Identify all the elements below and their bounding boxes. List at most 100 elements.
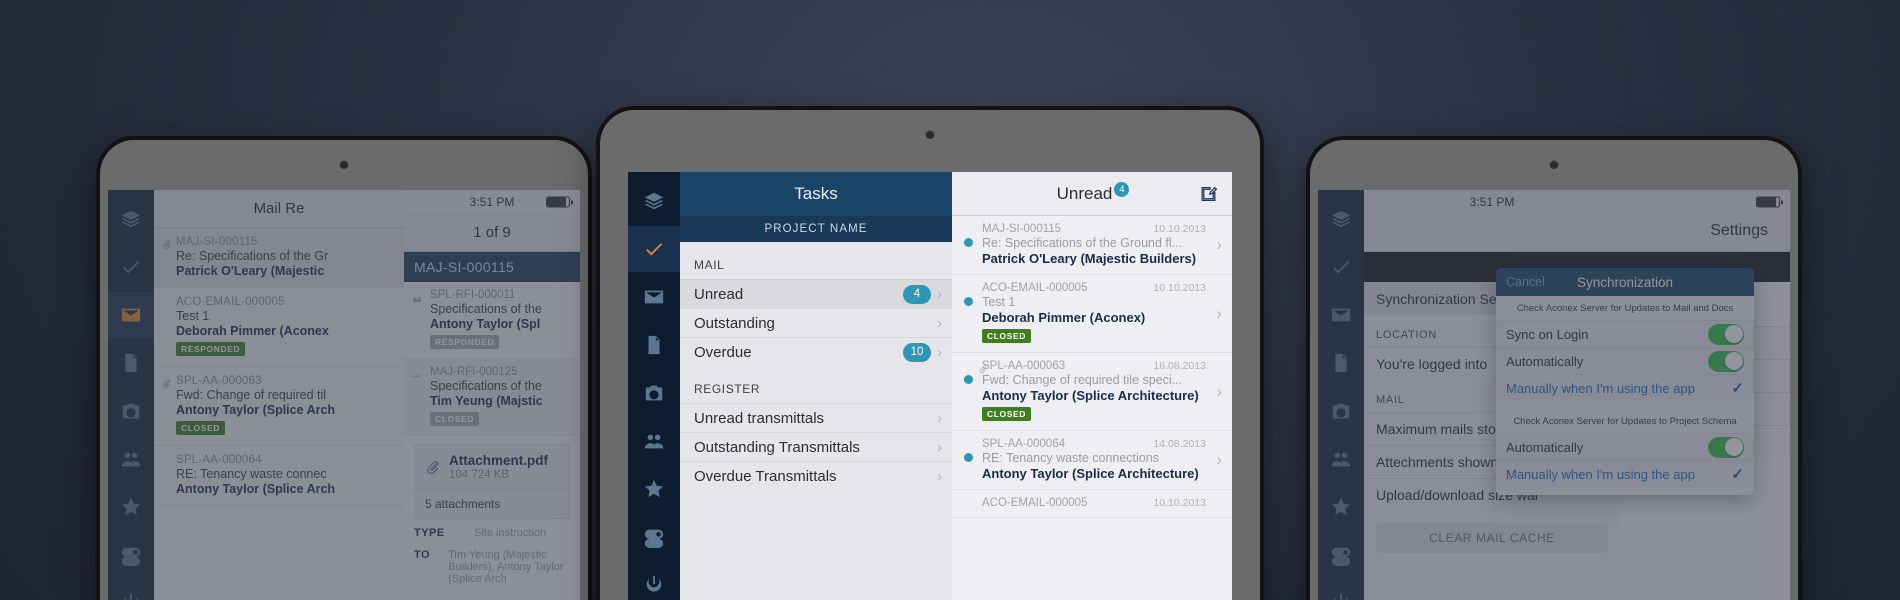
paperclip-icon <box>161 237 172 250</box>
section-header: MAIL <box>694 258 725 272</box>
chevron-right-icon: › <box>937 343 942 361</box>
rail-item-settings-toggle[interactable] <box>1318 532 1364 578</box>
rail-item-favorites[interactable] <box>628 466 680 512</box>
popover-group-1[interactable]: Sync on Login Automatically Manually when … <box>1496 320 1754 401</box>
table-row[interactable]: SPL-AA-000064 RE: Tenancy waste connec Ant… <box>154 446 404 506</box>
mail-sender: Deborah Pimmer (Aconex) <box>982 310 1146 325</box>
unread-mail-list[interactable]: 10.10.2013 MAJ-SI-000115 Re: Specification… <box>952 216 1232 518</box>
rail-item-tasks[interactable] <box>1318 244 1364 290</box>
attachment-card[interactable]: Attachment.pdf 104.724 KB 5 attachments <box>414 444 570 519</box>
rail-item-people[interactable] <box>628 418 680 464</box>
statusbar-time: 3:51 PM <box>1469 195 1515 209</box>
toggle-switch[interactable] <box>1708 350 1744 372</box>
popover-row[interactable]: Sync on Login <box>1496 320 1754 347</box>
rail-item-documents[interactable] <box>1318 340 1364 386</box>
tasks-section-list[interactable]: MAIL Unread 4 › Outstanding › Overdue 10 › REGIST… <box>680 242 952 490</box>
front-camera-icon <box>339 160 349 169</box>
table-row[interactable]: MAJ-SI-000115 Re: Specifications of the G… <box>154 228 404 288</box>
table-row[interactable]: 14.08.2013 SPL-AA-000064 RE: Tenancy waste… <box>952 431 1232 490</box>
rail-item-camera[interactable] <box>108 388 154 434</box>
mail-sender: Tim Yeung (Majstic <box>430 394 543 408</box>
rail-item-favorites[interactable] <box>1318 484 1364 530</box>
table-row[interactable]: SPL-AA-000063 Fwd: Change of required til… <box>154 367 404 446</box>
popover-row[interactable]: Manually when I'm using the app ✓ <box>1496 374 1754 401</box>
left-sidebar-rail[interactable] <box>108 190 154 600</box>
right-sidebar-rail[interactable] <box>1318 190 1364 600</box>
chevron-right-icon: › <box>937 467 942 485</box>
rail-item-power[interactable] <box>108 580 154 600</box>
list-item[interactable]: Overdue Transmittals › <box>680 461 952 490</box>
mail-sender: Deborah Pimmer (Aconex <box>176 324 329 338</box>
unread-dot <box>964 238 973 247</box>
popover-row[interactable]: Automatically <box>1496 433 1754 460</box>
count-badge: 4 <box>903 284 931 304</box>
table-row[interactable]: 10.10.2013 ACO-EMAIL-000005 Test 1 Deborah … <box>952 275 1232 353</box>
rail-item-settings-toggle[interactable] <box>628 514 680 560</box>
mail-sender: Patrick O'Leary (Majestic Builders) <box>982 251 1197 266</box>
rail-item-power[interactable] <box>628 562 680 600</box>
mail-sender: Patrick O'Leary (Majestic <box>176 264 325 278</box>
count-badge: 10 <box>903 342 931 362</box>
list-item[interactable]: SPL-RFI-000011 Specifications of the Anton… <box>404 282 580 359</box>
left-tablet: Mail Re MAJ-SI-000115 Re: Specifications … <box>100 140 588 600</box>
rail-item-layers[interactable] <box>628 178 680 224</box>
rail-item-mail[interactable] <box>628 274 680 320</box>
mail-code: SPL-AA-000063 <box>176 375 262 387</box>
popover-row[interactable]: Manually when I'm using the app ✓ <box>1496 460 1754 487</box>
rail-item-camera[interactable] <box>628 370 680 416</box>
toggle-switch[interactable] <box>1708 436 1744 458</box>
list-item[interactable]: Overdue 10 › <box>680 337 952 366</box>
synchronization-popover[interactable]: Cancel Synchronization Check Aconex Serv… <box>1496 268 1754 495</box>
chevron-right-icon: › <box>937 409 942 427</box>
table-row[interactable]: 10.10.2013 MAJ-SI-000115 Re: Specification… <box>952 216 1232 275</box>
popover-row-label: Manually when I'm using the app <box>1506 466 1695 482</box>
rail-item-power[interactable] <box>1318 580 1364 600</box>
left-mail-list[interactable]: MAJ-SI-000115 Re: Specifications of the G… <box>154 228 404 506</box>
rail-item-mail[interactable] <box>1318 292 1364 338</box>
left-detail-thread[interactable]: SPL-RFI-000011 Specifications of the Anton… <box>404 282 580 436</box>
rail-item-camera[interactable] <box>1318 388 1364 434</box>
popover-row[interactable]: Automatically <box>1496 347 1754 374</box>
table-row[interactable]: ACO-EMAIL-000005 Test 1 Deborah Pimmer (Ac… <box>154 288 404 367</box>
battery-icon <box>546 196 573 208</box>
rail-item-settings-toggle[interactable] <box>108 532 154 578</box>
list-item[interactable]: → MAJ-RFI-000125 Specifications of the Tim … <box>404 359 580 436</box>
attachment-count: 5 attachments <box>415 489 569 518</box>
left-tablet-screen: Mail Re MAJ-SI-000115 Re: Specifications … <box>108 190 580 600</box>
rail-item-favorites[interactable] <box>108 484 154 530</box>
list-item-label: Outstanding Transmittals <box>694 438 860 456</box>
table-row[interactable]: 10.10.2013 ACO-EMAIL-000005 <box>952 490 1232 518</box>
toggle-switch[interactable] <box>1708 323 1744 345</box>
unread-title: Unread 4 <box>1057 181 1130 204</box>
list-item[interactable]: Outstanding › <box>680 308 952 337</box>
check-icon: ✓ <box>1731 465 1744 483</box>
rail-item-people[interactable] <box>1318 436 1364 482</box>
table-row[interactable]: 16.08.2013 SPL-AA-000063 Fwd: Change of re… <box>952 353 1232 431</box>
toggle-knob <box>1724 325 1743 343</box>
field-row: TYPE Site instruction <box>404 519 580 541</box>
chevron-right-icon: › <box>1216 381 1222 401</box>
left-mail-list-pane: Mail Re MAJ-SI-000115 Re: Specifications … <box>154 190 404 600</box>
left-detail-selected-code: MAJ-SI-000115 <box>404 252 580 282</box>
arrow-in-icon: → <box>410 367 422 381</box>
rail-item-people[interactable] <box>108 436 154 482</box>
rail-item-mail[interactable] <box>108 292 154 338</box>
rail-item-layers[interactable] <box>1318 196 1364 242</box>
attachment-filesize: 104.724 KB <box>449 469 510 481</box>
list-item[interactable]: Unread 4 › <box>680 279 952 308</box>
settings-page-title: Settings <box>1710 222 1768 239</box>
toggle-knob <box>1724 438 1743 456</box>
rail-item-documents[interactable] <box>108 340 154 386</box>
list-item[interactable]: Outstanding Transmittals › <box>680 432 952 461</box>
list-item[interactable]: Unread transmittals › <box>680 403 952 432</box>
right-tablet-screen: 3:51 PM Synchronization Settings LOCATIO… <box>1318 190 1790 600</box>
rail-item-tasks[interactable] <box>108 244 154 290</box>
mail-code: MAJ-SI-000115 <box>176 236 258 248</box>
rail-item-documents[interactable] <box>628 322 680 368</box>
compose-icon[interactable] <box>1199 184 1218 203</box>
clear-mail-cache-button[interactable]: CLEAR MAIL CACHE <box>1376 523 1608 553</box>
popover-group-2[interactable]: Automatically Manually when I'm using the… <box>1496 433 1754 487</box>
rail-item-layers[interactable] <box>108 196 154 242</box>
center-sidebar-rail[interactable] <box>628 172 680 600</box>
rail-item-tasks[interactable] <box>628 226 680 272</box>
